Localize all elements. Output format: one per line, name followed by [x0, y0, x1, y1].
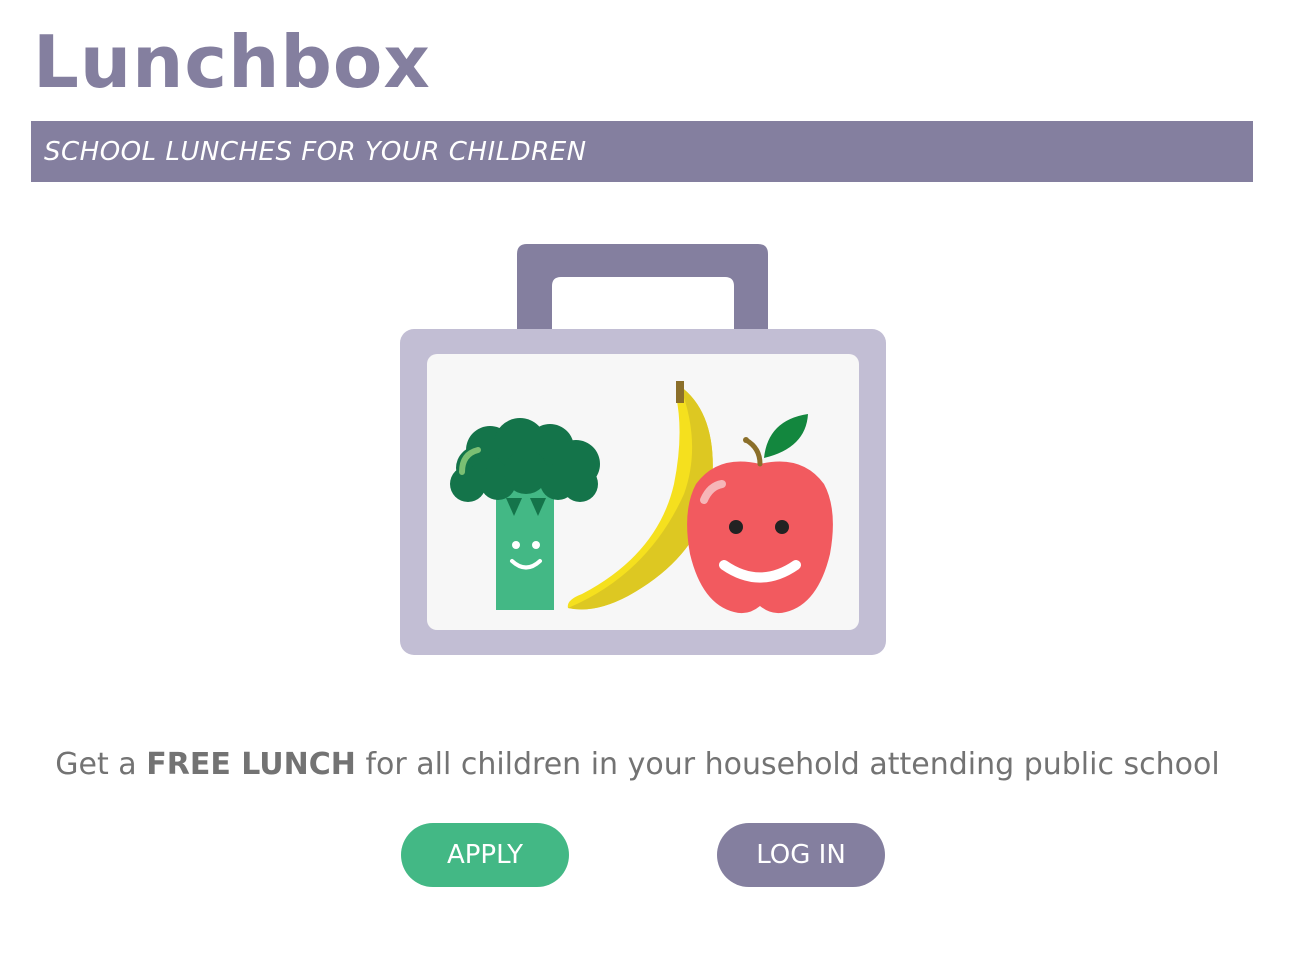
headline-emphasis: FREE LUNCH — [146, 747, 356, 782]
lunchbox-handle — [517, 244, 768, 334]
apply-button[interactable]: APPLY — [401, 823, 569, 887]
tagline-bar: SCHOOL LUNCHES FOR YOUR CHILDREN — [31, 121, 1253, 182]
headline-prefix: Get a — [55, 747, 147, 782]
tagline-text: SCHOOL LUNCHES FOR YOUR CHILDREN — [44, 136, 587, 167]
headline-suffix: for all children in your household atten… — [355, 747, 1220, 782]
lunchbox-icon — [400, 244, 886, 655]
landing-page: Lunchbox SCHOOL LUNCHES FOR YOUR CHILDRE… — [0, 0, 1300, 977]
login-button[interactable]: LOG IN — [717, 823, 885, 887]
headline: Get a FREE LUNCH for all children in you… — [0, 742, 1275, 788]
app-title: Lunchbox — [33, 20, 431, 104]
